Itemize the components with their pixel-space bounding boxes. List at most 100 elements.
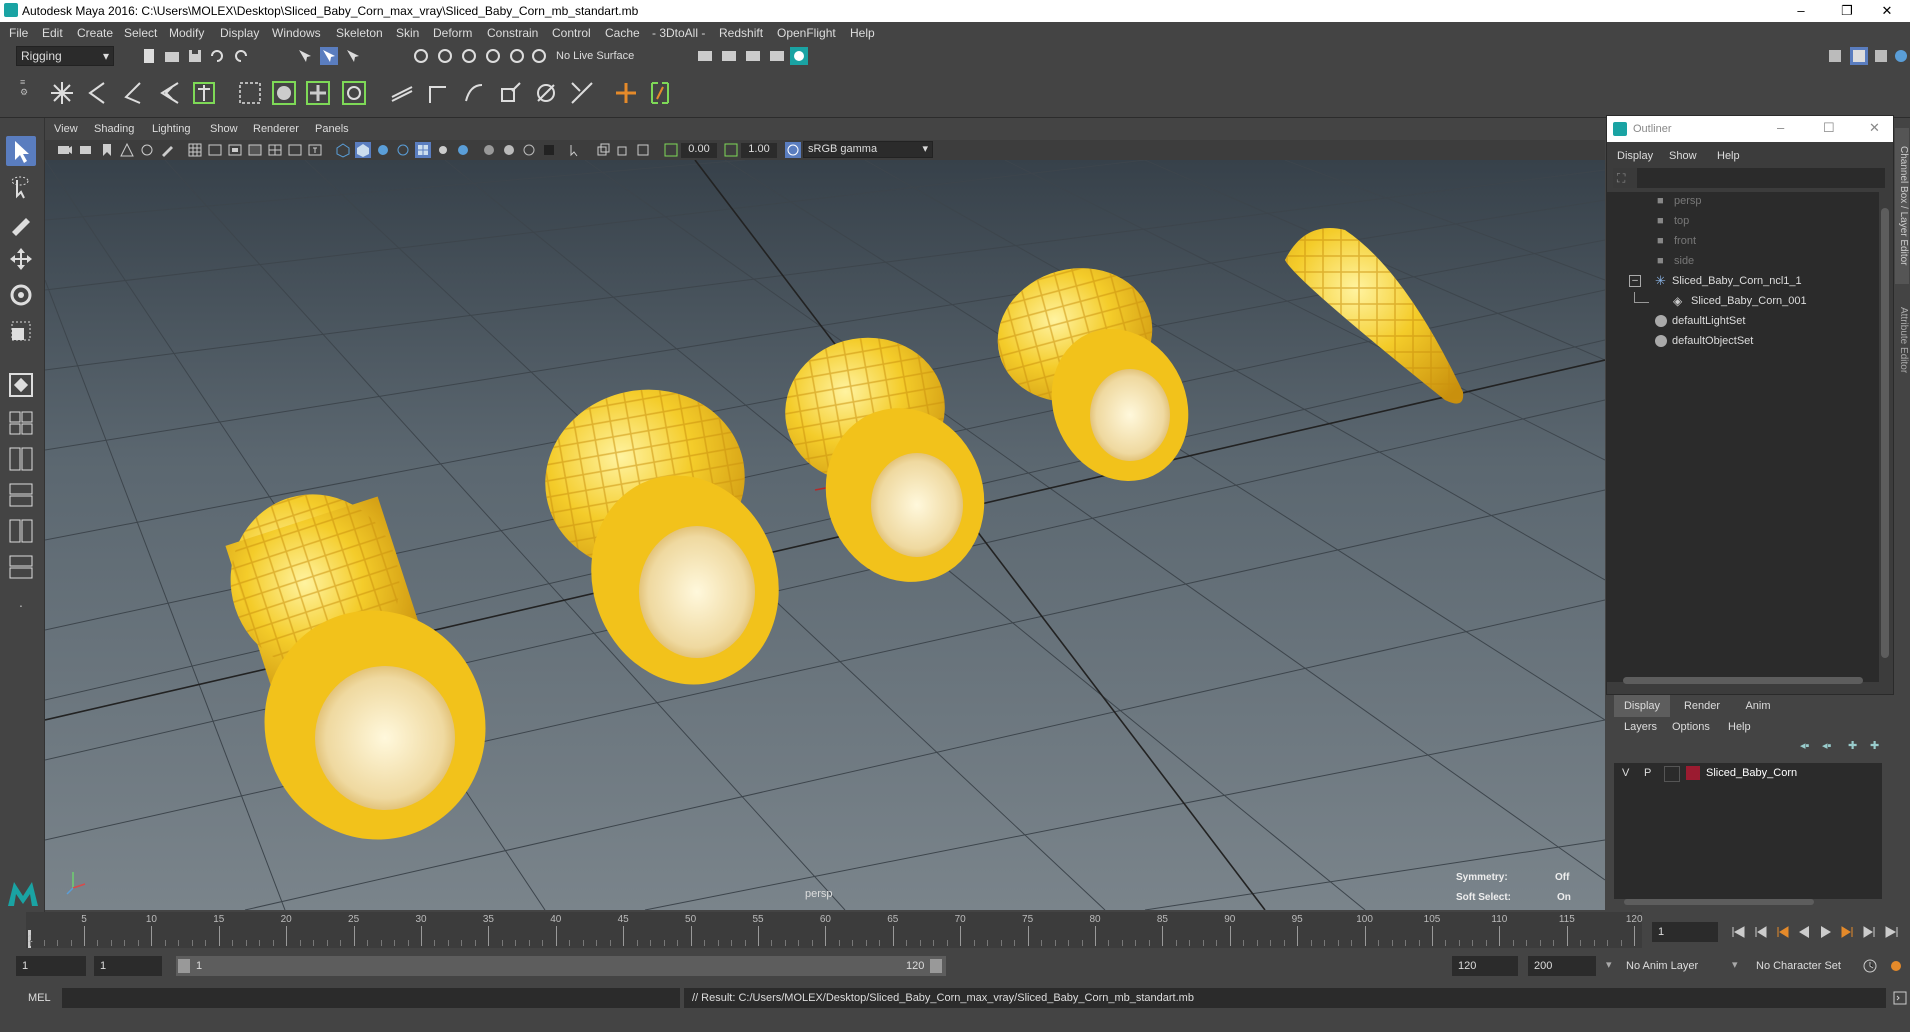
menu-file[interactable]: File (9, 26, 28, 40)
ik-spline-icon[interactable] (120, 79, 148, 107)
playback-start-field[interactable]: 1 (94, 956, 162, 976)
collapse-icon[interactable]: – (1629, 275, 1641, 287)
snap-view-icon[interactable] (484, 47, 502, 65)
snap-curve-icon[interactable] (436, 47, 454, 65)
textured-icon[interactable] (415, 142, 431, 158)
corn-slice-1[interactable] (208, 472, 515, 868)
select-object-icon[interactable] (320, 47, 338, 65)
outliner-item-front[interactable]: ■ front (1607, 232, 1877, 252)
cluster-icon[interactable] (388, 79, 416, 107)
go-to-end-icon[interactable] (1884, 924, 1900, 940)
corn-slice-3[interactable] (774, 325, 1009, 604)
menu-display[interactable]: Display (220, 26, 259, 40)
shelf-menu-icon[interactable]: ≡ ⚙ (20, 77, 28, 111)
outliner-item-persp[interactable]: ■ persp (1607, 192, 1877, 212)
resolution-gate-icon[interactable] (227, 142, 243, 158)
tab-render[interactable]: Render (1674, 695, 1730, 717)
outliner-search-bar[interactable]: ⛶ (1613, 168, 1885, 188)
mirror-weights-icon[interactable] (340, 79, 368, 107)
menu-skeleton[interactable]: Skeleton (336, 26, 383, 40)
perspective-viewport[interactable]: persp Symmetry: Off Soft Select: On (45, 160, 1605, 910)
outliner-item-objectset[interactable]: defaultObjectSet (1607, 332, 1877, 352)
new-layer-icon[interactable]: ✚ (1848, 739, 1857, 752)
xray-active-components-icon[interactable] (615, 142, 631, 158)
range-end-handle[interactable] (930, 959, 942, 973)
more-layouts-icon[interactable]: · (6, 590, 36, 620)
corn-slice-2[interactable] (531, 374, 808, 711)
outliner-item-side[interactable]: ■ side (1607, 252, 1877, 272)
menu-windows[interactable]: Windows (272, 26, 321, 40)
orient-joint-icon[interactable] (190, 79, 218, 107)
menu-select[interactable]: Select (124, 26, 157, 40)
auto-key-icon[interactable] (1862, 958, 1878, 974)
safe-title-icon[interactable] (307, 142, 323, 158)
outliner-item-lightset[interactable]: defaultLightSet (1607, 312, 1877, 332)
tool-settings-icon[interactable] (1872, 47, 1890, 65)
exposure-icon[interactable] (663, 142, 679, 158)
outliner-minimize-icon[interactable]: – (1777, 120, 1784, 135)
layer-color-swatch[interactable] (1686, 766, 1700, 780)
snap-point-icon[interactable] (460, 47, 478, 65)
move-tool-icon[interactable] (6, 244, 36, 274)
current-frame-field[interactable]: 1 (1652, 922, 1718, 942)
gamma-icon[interactable] (723, 142, 739, 158)
insert-joint-icon[interactable] (156, 79, 184, 107)
menu-constrain[interactable]: Constrain (487, 26, 538, 40)
move-layer-down-icon[interactable]: ◂▪ (1822, 739, 1831, 752)
vp-menu-show[interactable]: Show (210, 123, 238, 135)
command-input[interactable] (62, 988, 680, 1008)
start-time-field[interactable]: 1 (16, 956, 86, 976)
film-gate-icon[interactable] (207, 142, 223, 158)
paint-select-tool-icon[interactable] (6, 208, 36, 238)
layer-menu-layers[interactable]: Layers (1624, 721, 1657, 733)
modeling-toolkit-icon[interactable] (1826, 47, 1844, 65)
layer-hscroll-thumb[interactable] (1624, 899, 1814, 905)
step-forward-icon[interactable] (1862, 924, 1878, 940)
grease-pencil-icon[interactable] (159, 142, 175, 158)
isolate-select-icon[interactable] (567, 142, 583, 158)
undo-icon[interactable] (208, 47, 226, 65)
go-to-start-icon[interactable] (1730, 924, 1746, 940)
outliner-menu-help[interactable]: Help (1717, 150, 1740, 162)
animation-preferences-icon[interactable] (1888, 958, 1904, 974)
layer-playback-toggle[interactable]: P (1644, 767, 1651, 779)
playback-end-field[interactable]: 120 (1452, 956, 1518, 976)
close-button[interactable]: ✕ (1864, 0, 1910, 22)
channel-box-toggle-icon[interactable] (1850, 47, 1868, 65)
tab-display[interactable]: Display (1614, 695, 1670, 717)
hypershade-layout-icon[interactable] (6, 552, 36, 582)
vp-menu-shading[interactable]: Shading (94, 123, 134, 135)
time-slider-track[interactable] (26, 912, 1642, 948)
scale-constraint-icon[interactable] (532, 79, 560, 107)
screen-space-ao-icon[interactable] (481, 142, 497, 158)
layer-menu-options[interactable]: Options (1672, 721, 1710, 733)
use-all-lights-icon[interactable] (435, 142, 451, 158)
layer-row[interactable]: V P Sliced_Baby_Corn (1614, 763, 1882, 783)
lasso-tool-icon[interactable] (6, 172, 36, 202)
motion-blur-icon[interactable] (501, 142, 517, 158)
exposure-field[interactable]: 0.00 (681, 143, 717, 158)
save-scene-icon[interactable] (186, 47, 204, 65)
script-language-toggle[interactable]: MEL (28, 992, 51, 1004)
camera-attributes-icon[interactable] (79, 142, 95, 158)
paint-weights-icon[interactable] (304, 79, 332, 107)
render-settings-icon[interactable] (768, 47, 786, 65)
outliner-search-input[interactable] (1637, 168, 1885, 188)
menu-create[interactable]: Create (77, 26, 113, 40)
step-forward-key-icon[interactable] (1840, 924, 1856, 940)
wireframe-on-shaded-icon[interactable] (395, 142, 411, 158)
play-backward-icon[interactable] (1796, 924, 1812, 940)
live-surface-icon[interactable] (530, 47, 548, 65)
outliner-menu-show[interactable]: Show (1669, 150, 1697, 162)
menu-deform[interactable]: Deform (433, 26, 472, 40)
parent-constraint-icon[interactable] (424, 79, 452, 107)
select-tool-icon[interactable] (6, 136, 36, 166)
time-slider[interactable]: 1 5 10 15 20 25 30 35 40 45 50 55 60 65 70 75 80 85 90 95 1… (0, 912, 1910, 950)
step-back-key-icon[interactable] (1774, 924, 1790, 940)
menu-redshift[interactable]: Redshift (719, 26, 763, 40)
menu-help[interactable]: Help (850, 26, 875, 40)
rotate-tool-icon[interactable] (6, 280, 36, 310)
colorspace-dropdown[interactable]: sRGB gamma ▾ (803, 141, 933, 158)
menu-cache[interactable]: Cache (605, 26, 640, 40)
create-joint-icon[interactable] (48, 79, 76, 107)
